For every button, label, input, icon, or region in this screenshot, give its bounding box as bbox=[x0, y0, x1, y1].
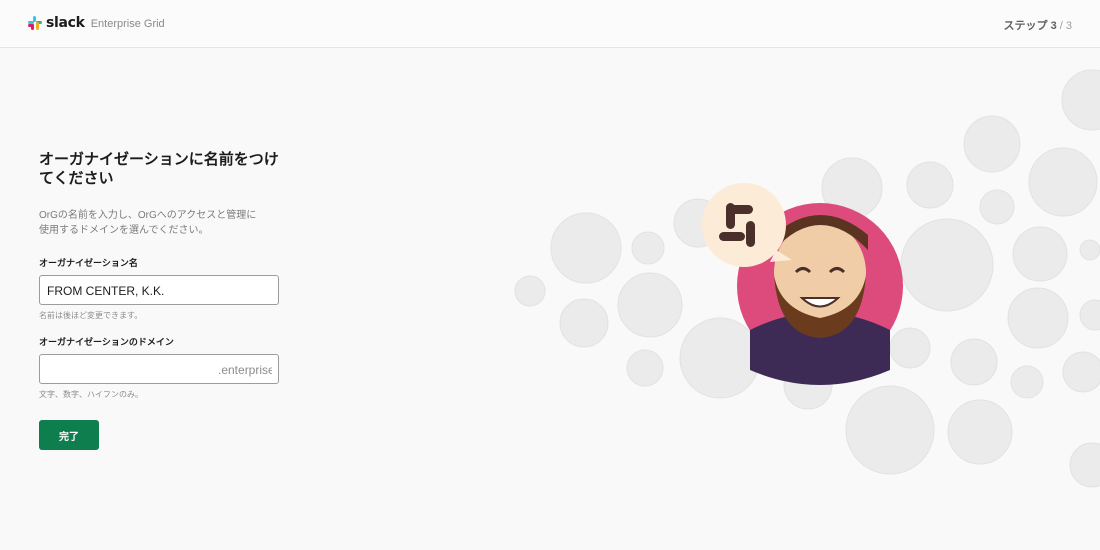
brand[interactable]: slack Enterprise Grid bbox=[28, 15, 165, 31]
enterprise-grid-label: Enterprise Grid bbox=[90, 18, 165, 30]
title-line-2: てください bbox=[39, 170, 114, 187]
org-setup-form: オーガナイゼーションに名前をつけ てください OrGの名前を入力し、OrGへのア… bbox=[39, 150, 289, 450]
org-name-label: オーガナイゼーション名 bbox=[39, 258, 138, 268]
submit-button[interactable]: 完了 bbox=[39, 420, 99, 450]
desc-line-1: OrGの名前を入力し、OrGへのアクセスと管理に bbox=[39, 210, 257, 221]
title-line-1: オーガナイゼーションに名前をつけ bbox=[39, 151, 279, 168]
domain-label: オーガナイゼーションのドメイン bbox=[39, 337, 174, 347]
desc-line-2: 使用するドメインを選んでください。 bbox=[39, 225, 209, 236]
page-title: オーガナイゼーションに名前をつけ てください bbox=[39, 150, 289, 188]
page-description: OrGの名前を入力し、OrGへのアクセスと管理に 使用するドメインを選んでくださ… bbox=[39, 208, 289, 238]
slack-logo-icon bbox=[28, 16, 42, 30]
step-current: ステップ 3 bbox=[1003, 20, 1057, 32]
domain-suffix: .enterprise bbox=[218, 363, 272, 377]
illustration bbox=[514, 69, 1100, 488]
domain-input[interactable]: .enterprise bbox=[39, 354, 279, 384]
step-indicator: ステップ 3 / 3 bbox=[1004, 17, 1072, 33]
org-name-input[interactable]: FROM CENTER, K.K. bbox=[39, 275, 279, 305]
step-total: / 3 bbox=[1056, 20, 1072, 32]
org-name-hint: 名前は後ほど変更できます。 bbox=[39, 311, 143, 320]
org-name-value: FROM CENTER, K.K. bbox=[47, 284, 165, 298]
domain-hint: 文字、数字、ハイフンのみ。 bbox=[39, 390, 143, 399]
slack-wordmark: slack bbox=[46, 15, 85, 31]
top-bar: slack Enterprise Grid ステップ 3 / 3 bbox=[0, 0, 1100, 48]
